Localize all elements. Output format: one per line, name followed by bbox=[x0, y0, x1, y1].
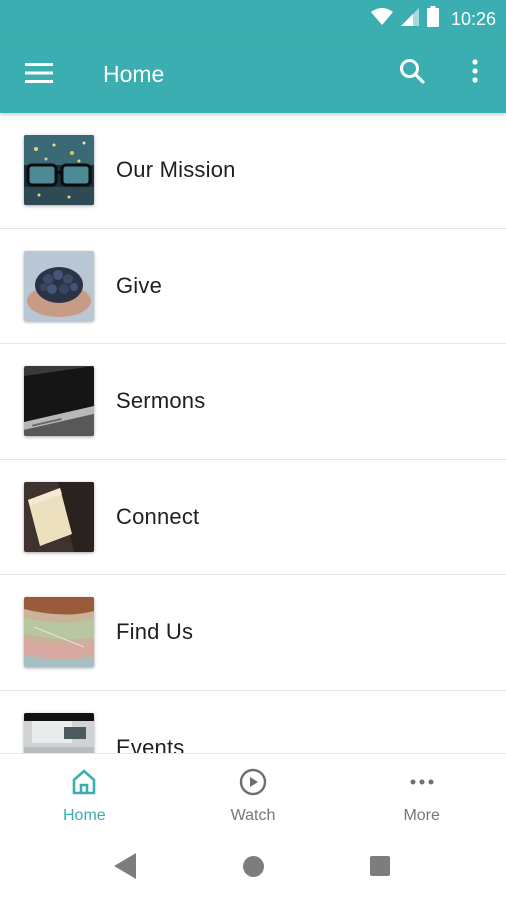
map-image bbox=[24, 597, 94, 668]
nav-tab-home[interactable]: Home bbox=[0, 754, 169, 833]
list-item-our-mission[interactable]: Our Mission bbox=[0, 113, 506, 229]
app-bar: Home bbox=[0, 37, 506, 113]
status-icons: 10:26 bbox=[370, 6, 496, 32]
menu-list: Our Mission Give Sermons Connect Find Us… bbox=[0, 113, 506, 753]
nav-tab-label: Home bbox=[62, 807, 106, 824]
overflow-menu-button[interactable] bbox=[462, 55, 488, 91]
back-icon[interactable] bbox=[114, 853, 136, 884]
recents-square-icon[interactable] bbox=[370, 856, 390, 876]
list-item-connect[interactable]: Connect bbox=[0, 460, 506, 575]
page-title: Home bbox=[103, 61, 165, 87]
play-circle-icon bbox=[239, 768, 267, 801]
list-item-label: Find Us bbox=[116, 619, 194, 645]
nav-tab-watch[interactable]: Watch bbox=[169, 754, 338, 833]
phone-closeup-image bbox=[24, 366, 94, 437]
desk-items-image bbox=[24, 712, 94, 753]
status-bar: 10:26 bbox=[0, 0, 506, 37]
list-item-label: Connect bbox=[116, 503, 200, 529]
list-item-find-us[interactable]: Find Us bbox=[0, 575, 506, 691]
list-item-label: Sermons bbox=[116, 388, 206, 414]
search-icon bbox=[399, 58, 425, 89]
list-item-label: Events bbox=[116, 734, 185, 753]
cell-signal-icon bbox=[400, 7, 419, 31]
nav-tab-label: Watch bbox=[230, 807, 276, 824]
wifi-icon bbox=[370, 7, 393, 31]
bottom-navigation: Home Watch More bbox=[0, 753, 506, 833]
list-item-label: Give bbox=[116, 272, 163, 298]
home-circle-icon[interactable] bbox=[243, 856, 264, 877]
list-item-sermons[interactable]: Sermons bbox=[0, 344, 506, 460]
menu-icon bbox=[25, 62, 53, 88]
system-navigation-bar bbox=[0, 833, 506, 900]
status-time: 10:26 bbox=[450, 8, 496, 29]
hands-blueberries-image bbox=[24, 250, 94, 321]
city-glasses-image bbox=[24, 135, 94, 206]
overflow-menu-icon bbox=[472, 58, 478, 88]
search-button[interactable] bbox=[394, 55, 430, 91]
more-horizontal-icon bbox=[408, 768, 436, 801]
list-item-label: Our Mission bbox=[116, 157, 236, 183]
notecard-table-image bbox=[24, 481, 94, 552]
battery-icon bbox=[426, 6, 439, 32]
list-item-events[interactable]: Events bbox=[0, 691, 506, 753]
screen: 10:26 Home Our Mission Give Sermons Conn… bbox=[0, 0, 506, 900]
nav-tab-more[interactable]: More bbox=[337, 754, 506, 833]
menu-button[interactable] bbox=[20, 57, 58, 93]
nav-tab-label: More bbox=[403, 807, 440, 824]
home-icon bbox=[70, 768, 98, 801]
list-item-give[interactable]: Give bbox=[0, 229, 506, 344]
